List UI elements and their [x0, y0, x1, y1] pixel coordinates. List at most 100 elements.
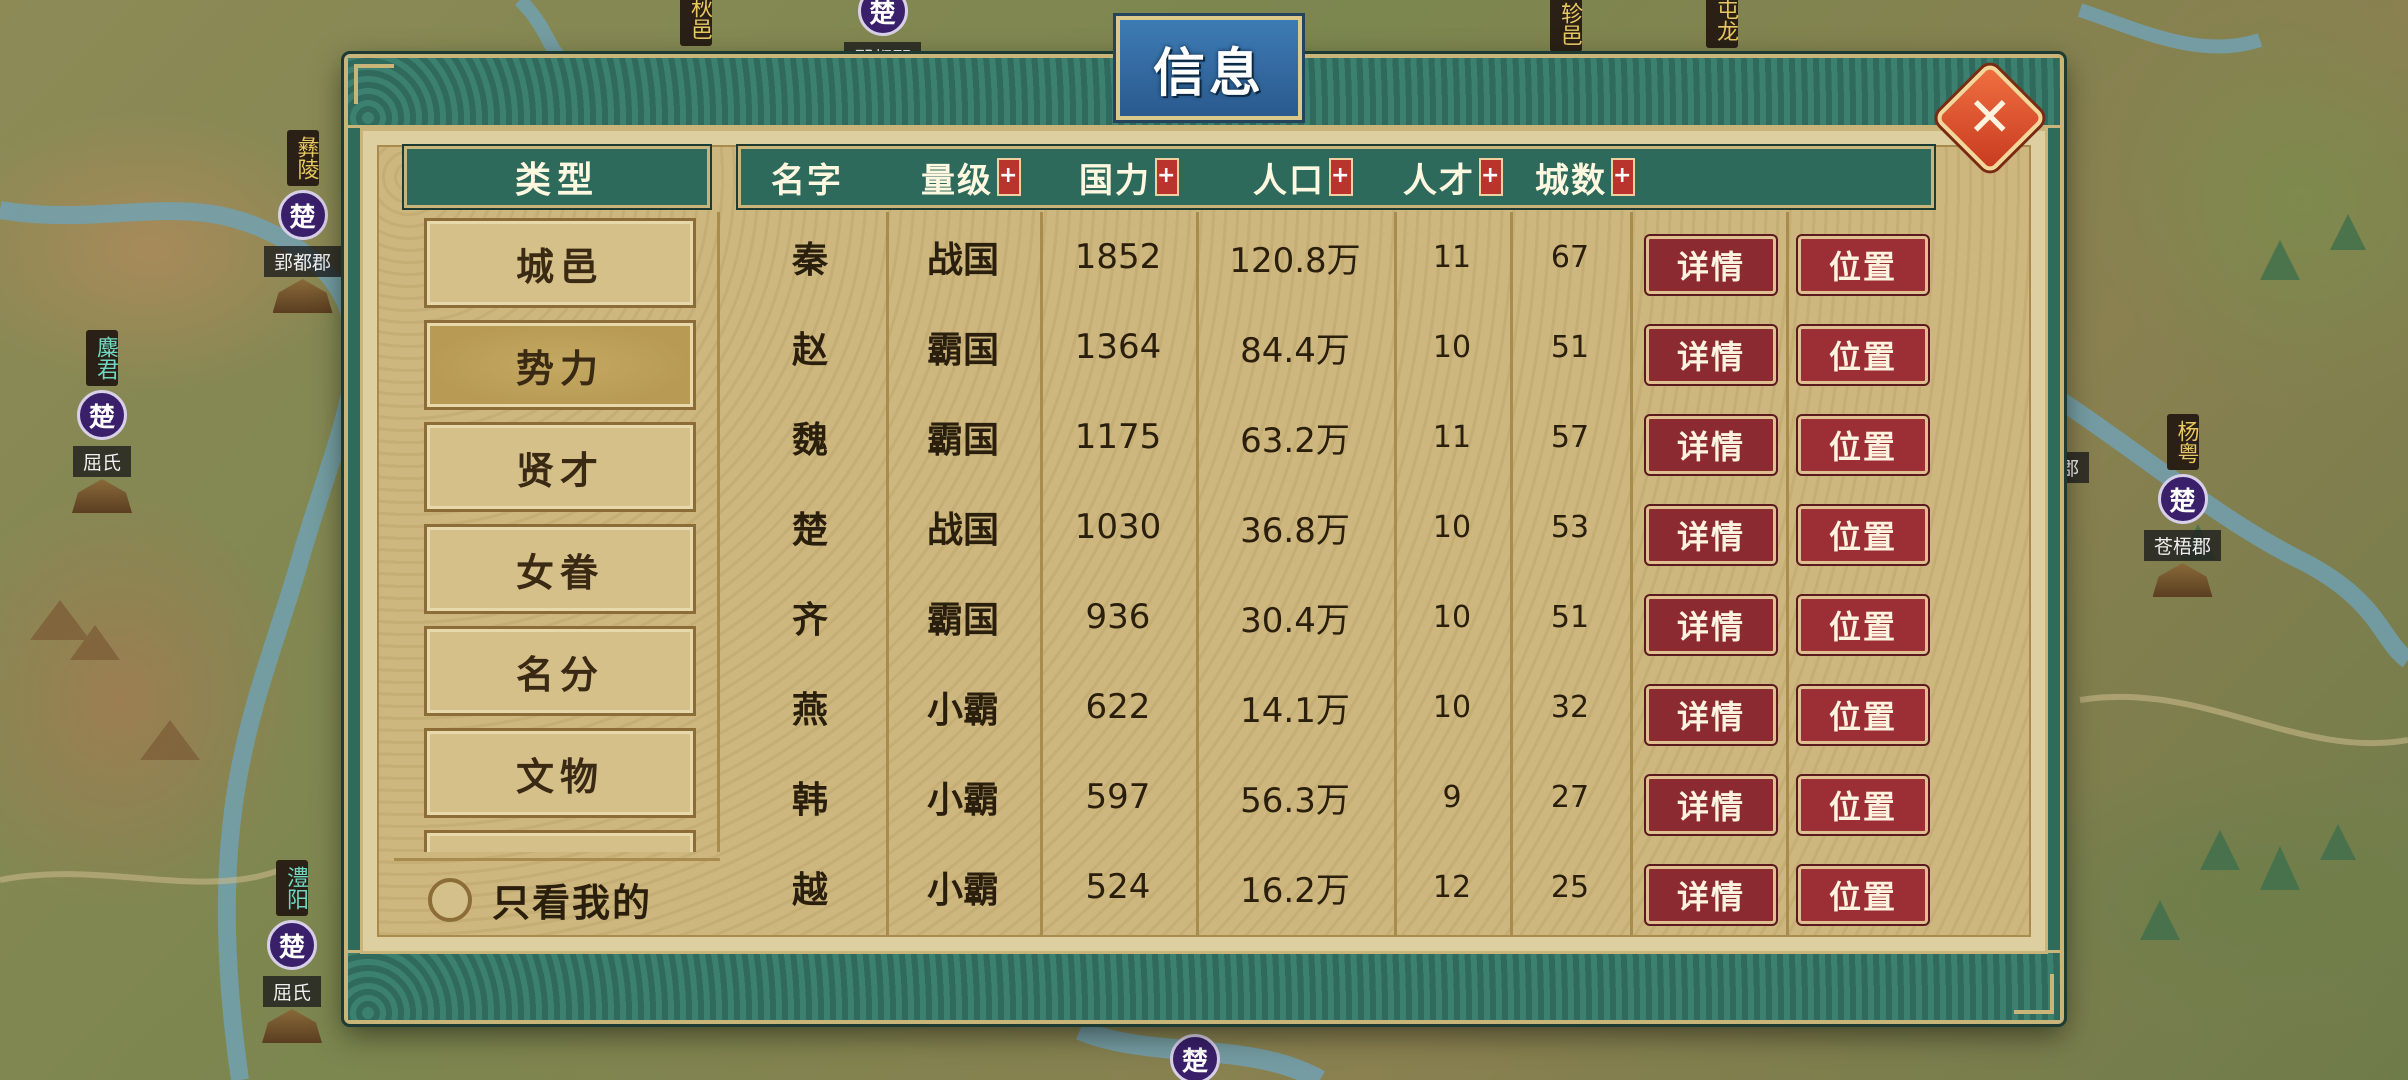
- category-button-cities[interactable]: 城邑: [424, 218, 696, 308]
- detail-button[interactable]: 详情: [1646, 596, 1776, 654]
- faction-table: 秦 战国 1852 120.8万 11 67 详情 位置 赵 霸国 1364 8…: [734, 212, 1932, 936]
- dialog-bottom-band: [348, 950, 2060, 1020]
- faction-name: 秦: [791, 239, 828, 281]
- column-header-talent[interactable]: 人才 +: [1403, 149, 1503, 205]
- city-name-banner: 秋邑: [680, 0, 712, 46]
- detail-button[interactable]: 详情: [1646, 866, 1776, 924]
- only-mine-toggle[interactable]: 只看我的: [394, 858, 720, 938]
- faction-seal: 楚: [277, 190, 328, 240]
- map-city-marker[interactable]: 彝陵 楚 郢都郡: [264, 130, 342, 313]
- faction-cities: 53: [1550, 509, 1590, 545]
- category-list[interactable]: 城邑 势力 贤才 女眷 名分 文物: [392, 212, 720, 852]
- place-label: 屈氏: [262, 976, 321, 1007]
- column-header-population[interactable]: 人口 +: [1253, 149, 1353, 205]
- locate-button[interactable]: 位置: [1798, 776, 1928, 834]
- city-name-banner: 轸邑: [1550, 0, 1582, 52]
- city-name-banner: 彝陵: [286, 130, 319, 186]
- close-icon: ✕: [1967, 86, 2013, 149]
- faction-power: 1364: [1074, 327, 1162, 367]
- faction-population: 14.1万: [1240, 690, 1350, 731]
- faction-power: 936: [1085, 597, 1151, 637]
- detail-button[interactable]: 详情: [1646, 506, 1776, 564]
- faction-talent: 12: [1432, 869, 1472, 905]
- faction-cities: 51: [1550, 599, 1590, 635]
- table-row: 燕 小霸 622 14.1万 10 32 详情 位置: [734, 662, 1932, 752]
- map-city-marker[interactable]: 楚: [1170, 1030, 1220, 1080]
- faction-seal: 楚: [2157, 474, 2208, 524]
- locate-button[interactable]: 位置: [1798, 416, 1928, 474]
- settlement-icon: [272, 279, 333, 313]
- faction-population: 56.3万: [1240, 780, 1350, 821]
- detail-button[interactable]: 详情: [1646, 236, 1776, 294]
- category-label: 城邑: [515, 243, 604, 289]
- faction-name: 燕: [791, 689, 828, 731]
- sort-icon[interactable]: +: [1479, 158, 1503, 196]
- faction-population: 63.2万: [1240, 420, 1350, 461]
- locate-button[interactable]: 位置: [1798, 236, 1928, 294]
- only-mine-radio[interactable]: [428, 877, 472, 922]
- sort-icon[interactable]: +: [1155, 158, 1179, 196]
- faction-power: 622: [1085, 687, 1151, 727]
- locate-button[interactable]: 位置: [1798, 326, 1928, 384]
- faction-talent: 10: [1432, 689, 1472, 725]
- place-label: 苍梧郡: [2144, 530, 2222, 561]
- map-city-marker[interactable]: 麋君 楚 屈氏: [72, 330, 132, 513]
- category-button-titles[interactable]: 名分: [424, 626, 696, 716]
- category-button-talents[interactable]: 贤才: [424, 422, 696, 512]
- faction-population: 120.8万: [1229, 240, 1361, 281]
- dialog-title-plate: 信息: [1113, 13, 1305, 123]
- locate-button[interactable]: 位置: [1798, 506, 1928, 564]
- category-label: 女眷: [515, 549, 604, 595]
- faction-talent: 11: [1432, 239, 1472, 275]
- city-name-banner: 杨粤: [2166, 414, 2199, 470]
- corner-ornament: [354, 64, 394, 104]
- map-city-marker[interactable]: 轸邑: [1550, 0, 1582, 52]
- locate-button[interactable]: 位置: [1798, 596, 1928, 654]
- faction-level: 战国: [926, 509, 999, 551]
- faction-name: 越: [791, 869, 828, 911]
- map-city-marker[interactable]: 屯龙: [1706, 0, 1738, 48]
- faction-level: 霸国: [926, 599, 999, 641]
- category-header: 类型: [402, 144, 712, 210]
- faction-name: 赵: [791, 329, 828, 371]
- detail-button[interactable]: 详情: [1646, 686, 1776, 744]
- only-mine-label: 只看我的: [492, 880, 653, 925]
- city-name-banner: 麋君: [86, 330, 118, 386]
- faction-power: 524: [1085, 867, 1151, 907]
- faction-talent: 10: [1432, 329, 1472, 365]
- faction-cities: 25: [1550, 869, 1590, 905]
- table-row: 齐 霸国 936 30.4万 10 51 详情 位置: [734, 572, 1932, 662]
- sort-icon[interactable]: +: [1611, 158, 1635, 196]
- detail-button[interactable]: 详情: [1646, 776, 1776, 834]
- faction-name: 楚: [791, 509, 828, 551]
- category-button-more[interactable]: [424, 830, 696, 852]
- faction-level: 小霸: [926, 869, 999, 911]
- detail-button[interactable]: 详情: [1646, 416, 1776, 474]
- faction-cities: 51: [1550, 329, 1590, 365]
- sort-icon[interactable]: +: [1329, 158, 1353, 196]
- locate-button[interactable]: 位置: [1798, 686, 1928, 744]
- map-city-marker[interactable]: 杨粤 楚 苍梧郡: [2144, 414, 2222, 597]
- table-row: 越 小霸 524 16.2万 12 25 详情 位置: [734, 842, 1932, 932]
- settlement-icon: [72, 479, 132, 513]
- category-button-women[interactable]: 女眷: [424, 524, 696, 614]
- column-header-level[interactable]: 量级 +: [921, 149, 1021, 205]
- faction-name: 魏: [791, 419, 828, 461]
- faction-level: 小霸: [926, 779, 999, 821]
- map-city-marker[interactable]: 秋邑: [680, 0, 712, 46]
- map-city-marker[interactable]: 澧阳 楚 屈氏: [262, 860, 322, 1043]
- column-header-power[interactable]: 国力 +: [1079, 149, 1179, 205]
- locate-button[interactable]: 位置: [1798, 866, 1928, 924]
- category-button-factions[interactable]: 势力: [424, 320, 696, 410]
- faction-cities: 67: [1550, 239, 1590, 275]
- sort-icon[interactable]: +: [997, 158, 1021, 196]
- column-header-cities[interactable]: 城数 +: [1535, 149, 1635, 205]
- faction-talent: 10: [1432, 509, 1472, 545]
- faction-population: 84.4万: [1240, 330, 1350, 371]
- category-button-relics[interactable]: 文物: [424, 728, 696, 818]
- category-label: 名分: [515, 651, 604, 697]
- faction-seal: 楚: [1170, 1034, 1220, 1080]
- faction-cities: 57: [1550, 419, 1590, 455]
- detail-button[interactable]: 详情: [1646, 326, 1776, 384]
- faction-cities: 32: [1550, 689, 1590, 725]
